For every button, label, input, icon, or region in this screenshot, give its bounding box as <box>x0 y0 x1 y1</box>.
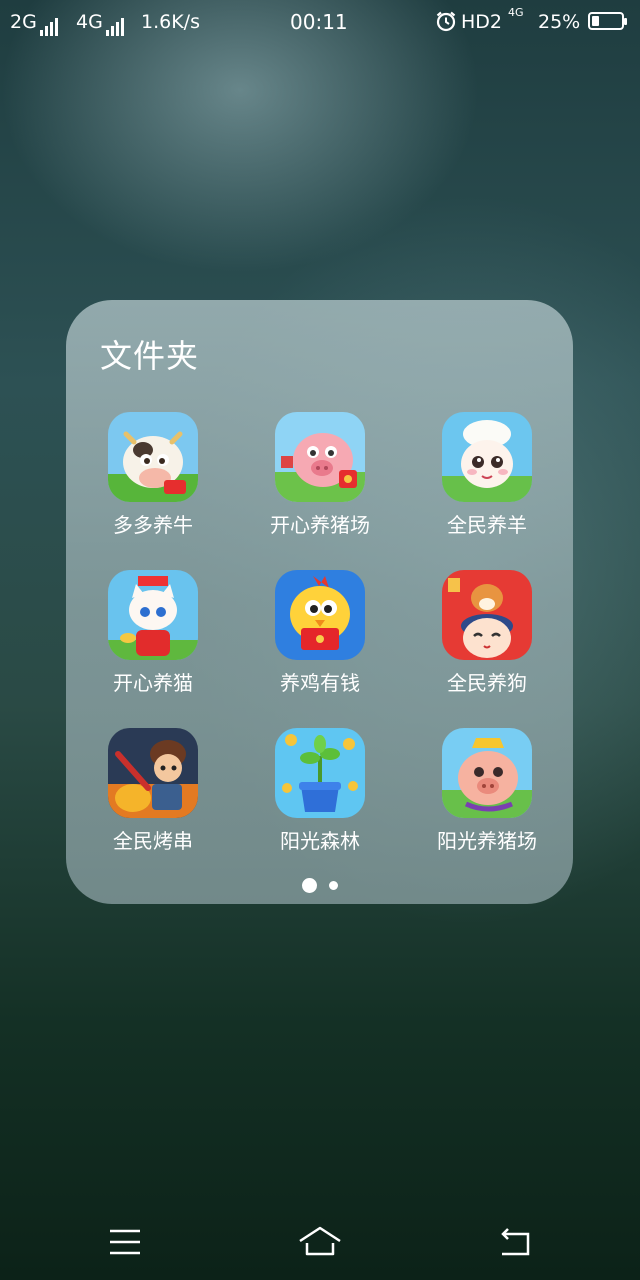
cow-game-icon[interactable] <box>108 412 198 502</box>
app-label: 全民养狗 <box>447 671 527 695</box>
cat-game-icon[interactable] <box>108 570 198 660</box>
sim2-signal: 4G <box>76 10 126 36</box>
battery-icon <box>588 12 627 30</box>
signal-bars-icon <box>105 12 126 36</box>
navigation-bar <box>0 1205 640 1280</box>
app-label: 开心养猫 <box>113 671 193 695</box>
app-sunshine-pig-farm[interactable]: 阳光养猪场 <box>422 728 552 854</box>
app-national-dog[interactable]: 全民养狗 <box>422 570 552 696</box>
sim1-signal: 2G <box>10 10 60 36</box>
signal-bars-icon <box>39 12 60 36</box>
menu-icon[interactable] <box>104 1225 148 1259</box>
network-type-1: 2G <box>10 11 37 33</box>
app-folder: 文件夹 多多养牛 开心养猪场 全民养羊 开心养猫 养鸡有钱 全民养狗 全民烤串 … <box>66 300 573 904</box>
alarm-clock-icon <box>435 10 457 38</box>
app-label: 阳光森林 <box>280 829 360 853</box>
app-label: 全民烤串 <box>113 829 193 853</box>
home-icon[interactable] <box>298 1225 342 1259</box>
app-label: 全民养羊 <box>447 513 527 537</box>
status-bar: 2G 4G 1.6K/s 00:11 HD2 4G 25% <box>0 0 640 44</box>
clock: 00:11 <box>290 10 348 34</box>
network-speed: 1.6K/s <box>141 11 200 33</box>
hd-indicator: HD2 <box>461 11 503 33</box>
app-label: 开心养猪场 <box>270 513 370 537</box>
page-dot-active[interactable] <box>301 878 317 893</box>
network-type-3: 4G <box>508 6 524 19</box>
sunshine-pig-icon[interactable] <box>442 728 532 818</box>
sheep-game-icon[interactable] <box>442 412 532 502</box>
app-national-skewer[interactable]: 全民烤串 <box>88 728 218 854</box>
page-dot[interactable] <box>328 881 338 890</box>
app-sunshine-forest[interactable]: 阳光森林 <box>255 728 385 854</box>
battery-fill <box>592 16 599 26</box>
app-label: 养鸡有钱 <box>280 671 360 695</box>
back-icon[interactable] <box>494 1225 538 1259</box>
chicken-game-icon[interactable] <box>275 570 365 660</box>
app-chicken-money[interactable]: 养鸡有钱 <box>255 570 385 696</box>
page-indicator[interactable] <box>66 875 573 893</box>
app-happy-cat[interactable]: 开心养猫 <box>88 570 218 696</box>
dog-game-icon[interactable] <box>442 570 532 660</box>
app-happy-pig-farm[interactable]: 开心养猪场 <box>255 412 385 538</box>
pig-farm-icon[interactable] <box>275 412 365 502</box>
app-duoduo-cow[interactable]: 多多养牛 <box>88 412 218 538</box>
app-label: 阳光养猪场 <box>437 829 537 853</box>
sapling-game-icon[interactable] <box>275 728 365 818</box>
network-type-2: 4G <box>76 11 103 33</box>
skewer-game-icon[interactable] <box>108 728 198 818</box>
app-label: 多多养牛 <box>113 513 193 537</box>
battery-percent: 25% <box>538 11 581 33</box>
app-national-sheep[interactable]: 全民养羊 <box>422 412 552 538</box>
folder-title[interactable]: 文件夹 <box>100 336 199 376</box>
